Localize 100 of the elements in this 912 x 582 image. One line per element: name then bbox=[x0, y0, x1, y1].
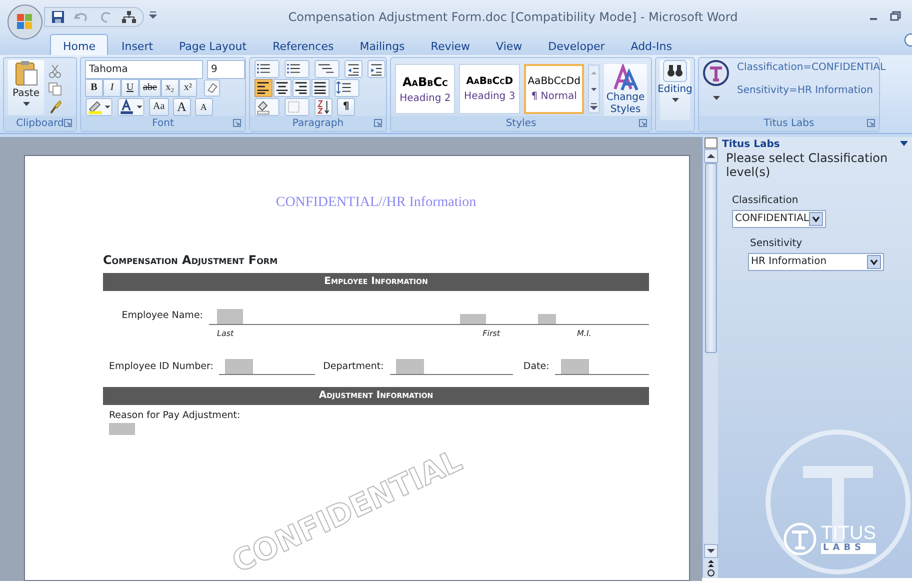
format-button[interactable]: U bbox=[121, 79, 139, 97]
style-option[interactable]: AaBbCcD Heading 3 bbox=[459, 64, 520, 114]
ribbon-tab[interactable]: Developer bbox=[535, 34, 618, 55]
network-icon[interactable] bbox=[121, 10, 137, 24]
format-button[interactable]: x₂ bbox=[160, 79, 179, 97]
numbered-list-icon[interactable] bbox=[284, 60, 310, 78]
format-button[interactable]: I bbox=[103, 79, 121, 97]
paste-button[interactable]: Paste bbox=[8, 60, 44, 115]
style-option[interactable]: AaBbCc Heading 2 bbox=[395, 64, 456, 114]
previous-page-icon[interactable] bbox=[706, 558, 716, 568]
multilevel-list-icon[interactable] bbox=[314, 60, 340, 78]
show-marks-button[interactable]: ¶ bbox=[337, 98, 355, 116]
align-icon[interactable] bbox=[311, 79, 330, 97]
titus-logo-icon[interactable] bbox=[703, 60, 729, 86]
input-field[interactable] bbox=[538, 314, 556, 324]
font-name-field[interactable]: Tahoma bbox=[85, 60, 203, 79]
section-header: Employee Information bbox=[103, 273, 649, 291]
format-button[interactable]: x² bbox=[178, 79, 197, 97]
classification-status: Classification=CONFIDENTIAL bbox=[737, 61, 886, 75]
ribbon-tab[interactable]: Home bbox=[50, 34, 108, 55]
field-label: Department: bbox=[322, 360, 385, 374]
field-label: Employee ID Number: bbox=[108, 360, 214, 374]
restore-icon[interactable] bbox=[890, 10, 902, 22]
sublabel: First bbox=[482, 329, 500, 338]
sensitivity-status: Sensitivity=HR Information bbox=[737, 84, 874, 98]
caret-icon bbox=[672, 98, 678, 103]
dropdown-icon[interactable] bbox=[900, 141, 908, 147]
brush-icon[interactable] bbox=[48, 100, 62, 114]
pane-icon[interactable] bbox=[704, 137, 718, 149]
scroll-thumb[interactable] bbox=[704, 163, 716, 353]
sensitivity-select[interactable]: HR Information bbox=[748, 253, 884, 271]
input-field[interactable] bbox=[217, 309, 243, 324]
dialog-launcher-icon[interactable] bbox=[639, 119, 647, 127]
highlighter-icon[interactable] bbox=[85, 98, 113, 116]
format-button[interactable]: abe bbox=[139, 79, 161, 97]
ribbon-tab[interactable]: Add-Ins bbox=[618, 34, 685, 55]
scroll-up-icon[interactable] bbox=[704, 149, 718, 163]
line-spacing-icon[interactable] bbox=[334, 79, 360, 97]
ribbon-tab[interactable]: Review bbox=[418, 34, 484, 55]
scroll-down-icon[interactable] bbox=[704, 544, 718, 558]
input-field[interactable] bbox=[396, 359, 424, 374]
logo-text: TITUS bbox=[821, 524, 876, 543]
dialog-launcher-icon[interactable] bbox=[233, 119, 241, 127]
shrink-font-button[interactable]: A bbox=[194, 98, 213, 116]
section-header: Adjustment Information bbox=[103, 387, 649, 405]
ribbon-tab[interactable]: Page Layout bbox=[166, 34, 260, 55]
input-field[interactable] bbox=[109, 423, 135, 436]
letter-a-icon bbox=[612, 64, 640, 92]
input-field[interactable] bbox=[561, 359, 590, 374]
style-option[interactable]: AaBbCcDd ¶ Normal bbox=[524, 64, 584, 114]
shading-icon[interactable] bbox=[254, 98, 280, 116]
ribbon-tab[interactable]: References bbox=[260, 34, 347, 55]
align-icon[interactable] bbox=[273, 79, 292, 97]
sort-icon[interactable] bbox=[314, 98, 333, 116]
group-label: Font bbox=[81, 116, 245, 131]
scissors-icon[interactable] bbox=[48, 64, 62, 78]
caret-icon[interactable] bbox=[712, 96, 720, 101]
dialog-launcher-icon[interactable] bbox=[374, 119, 382, 127]
font-color-icon[interactable] bbox=[117, 98, 145, 116]
align-icon[interactable] bbox=[254, 79, 273, 97]
grow-font-button[interactable]: A bbox=[172, 98, 191, 116]
gallery-scroll-icon[interactable] bbox=[588, 64, 600, 114]
input-field[interactable] bbox=[225, 359, 254, 374]
change-case-button[interactable]: Aa bbox=[149, 98, 169, 116]
clipboard-icon bbox=[13, 60, 39, 86]
classification-select[interactable]: CONFIDENTIAL bbox=[732, 210, 826, 228]
logo-subtext: LABS bbox=[821, 543, 876, 554]
save-icon[interactable] bbox=[51, 10, 65, 24]
pane-title: Titus Labs bbox=[722, 138, 780, 152]
ribbon-tab[interactable]: Insert bbox=[108, 34, 166, 55]
group-label: Clipboard bbox=[4, 116, 76, 131]
font-size-field[interactable]: 9 bbox=[207, 60, 245, 79]
vertical-scrollbar[interactable] bbox=[702, 137, 718, 578]
binoculars-icon bbox=[663, 60, 687, 82]
prompt-text: Please select Classification level(s) bbox=[725, 151, 889, 179]
copy-icon[interactable] bbox=[48, 82, 62, 96]
field-label: Employee Name: bbox=[120, 308, 204, 323]
dialog-launcher-icon[interactable] bbox=[64, 119, 72, 127]
editing-button[interactable]: Editing bbox=[660, 60, 690, 120]
titus-logo-icon bbox=[783, 522, 817, 556]
field-label: Reason for Pay Adjustment: bbox=[108, 409, 242, 423]
window-title: Compensation Adjustment Form.doc [Compatibility Mode] - Microsoft Word bbox=[288, 9, 738, 26]
input-field[interactable] bbox=[460, 314, 486, 324]
ribbon-tab[interactable]: Mailings bbox=[346, 34, 418, 55]
dialog-launcher-icon[interactable] bbox=[867, 119, 875, 127]
align-icon[interactable] bbox=[292, 79, 311, 97]
browse-object-icon[interactable] bbox=[706, 568, 716, 578]
clear-format-icon[interactable] bbox=[202, 79, 221, 97]
group-label: Titus Labs bbox=[699, 116, 879, 131]
decrease-indent-icon[interactable] bbox=[344, 60, 363, 78]
format-button[interactable]: B bbox=[85, 79, 103, 97]
sublabel: M.I. bbox=[577, 329, 592, 338]
ribbon-tab[interactable]: View bbox=[483, 34, 536, 55]
increase-indent-icon[interactable] bbox=[367, 60, 386, 78]
field-label: Classification bbox=[732, 194, 800, 208]
form-title: Compensation Adjustment Form bbox=[103, 252, 279, 269]
bullet-list-icon[interactable] bbox=[254, 60, 280, 78]
group-label: Paragraph bbox=[250, 116, 386, 131]
sublabel: Last bbox=[217, 329, 234, 338]
caret-icon bbox=[22, 102, 30, 107]
